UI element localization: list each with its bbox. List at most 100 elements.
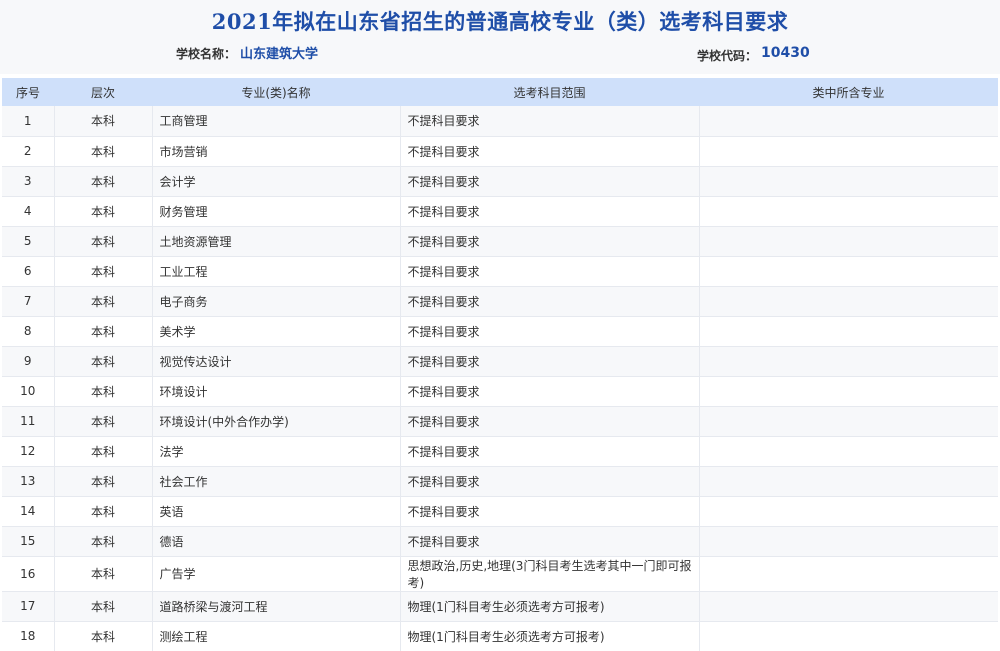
cell-included-majors [699,346,998,377]
cell-included-majors [699,621,998,651]
cell-subject-range: 不提科目要求 [400,136,700,167]
school-code-label: 学校代码： [697,49,758,63]
cell-level: 本科 [54,196,153,227]
cell-level: 本科 [54,466,153,497]
table-row: 2 本科 市场营销 不提科目要求 [2,136,998,167]
header-major-name: 专业(类)名称 [241,85,311,100]
page-title: 2021年拟在山东省招生的普通高校专业（类）选考科目要求 [211,9,789,34]
school-name-label: 学校名称： [176,47,237,61]
cell-index: 17 [2,591,55,622]
table-row: 13 本科 社会工作 不提科目要求 [2,466,998,497]
cell-subject-range: 不提科目要求 [400,196,700,227]
cell-included-majors [699,591,998,622]
cell-index: 13 [2,466,55,497]
cell-subject-range: 物理(1门科目考生必须选考方可报考) [400,621,700,651]
cell-level: 本科 [54,226,153,257]
table-row: 5 本科 土地资源管理 不提科目要求 [2,226,998,257]
cell-index: 2 [2,136,55,167]
cell-level: 本科 [54,376,153,407]
header-index: 序号 [15,85,40,100]
cell-major-name: 会计学 [152,166,401,197]
cell-major-name: 财务管理 [152,196,401,227]
cell-major-name: 英语 [152,496,401,527]
table-row: 11 本科 环境设计(中外合作办学) 不提科目要求 [2,406,998,437]
cell-major-name: 美术学 [152,316,401,347]
cell-included-majors [699,496,998,527]
cell-major-name: 工商管理 [152,106,401,137]
cell-subject-range: 不提科目要求 [400,256,700,287]
school-code-value: 10430 [761,45,810,61]
cell-subject-range: 思想政治,历史,地理(3门科目考生选考其中一门即可报考) [400,556,700,592]
cell-subject-range: 不提科目要求 [400,226,700,257]
cell-included-majors [699,556,998,592]
cell-level: 本科 [54,286,153,317]
table-row: 18 本科 测绘工程 物理(1门科目考生必须选考方可报考) [2,621,998,651]
cell-index: 4 [2,196,55,227]
table-row: 4 本科 财务管理 不提科目要求 [2,196,998,227]
cell-major-name: 测绘工程 [152,621,401,651]
cell-index: 8 [2,316,55,347]
cell-level: 本科 [54,436,153,467]
header-included-majors: 类中所含专业 [812,85,885,100]
cell-major-name: 环境设计(中外合作办学) [152,406,401,437]
header-area: 2021年拟在山东省招生的普通高校专业（类）选考科目要求 学校名称： 山东建筑大… [0,0,1000,74]
cell-included-majors [699,256,998,287]
cell-subject-range: 不提科目要求 [400,316,700,347]
cell-index: 15 [2,526,55,557]
cell-level: 本科 [54,556,153,592]
table-row: 9 本科 视觉传达设计 不提科目要求 [2,346,998,377]
cell-level: 本科 [54,136,153,167]
cell-level: 本科 [54,406,153,437]
table-header-row: 序号 层次 专业(类)名称 选考科目范围 类中所含专业 [2,78,998,106]
cell-included-majors [699,106,998,137]
cell-level: 本科 [54,166,153,197]
cell-index: 1 [2,106,55,137]
cell-major-name: 土地资源管理 [152,226,401,257]
table-row: 1 本科 工商管理 不提科目要求 [2,106,998,137]
table-row: 10 本科 环境设计 不提科目要求 [2,376,998,407]
cell-major-name: 工业工程 [152,256,401,287]
cell-major-name: 法学 [152,436,401,467]
cell-level: 本科 [54,346,153,377]
cell-subject-range: 不提科目要求 [400,496,700,527]
table-body: 1 本科 工商管理 不提科目要求 2 本科 市场营销 不提科目要求 3 本科 会计学 不提科目要求 4 本… [2,106,998,651]
cell-index: 5 [2,226,55,257]
cell-major-name: 电子商务 [152,286,401,317]
cell-subject-range: 不提科目要求 [400,466,700,497]
cell-subject-range: 不提科目要求 [400,166,700,197]
cell-subject-range: 不提科目要求 [400,106,700,137]
cell-index: 14 [2,496,55,527]
table-row: 12 本科 法学 不提科目要求 [2,436,998,467]
cell-included-majors [699,316,998,347]
cell-level: 本科 [54,316,153,347]
cell-included-majors [699,406,998,437]
cell-index: 18 [2,621,55,651]
cell-index: 11 [2,406,55,437]
table-row: 15 本科 德语 不提科目要求 [2,526,998,557]
cell-level: 本科 [54,526,153,557]
table-row: 7 本科 电子商务 不提科目要求 [2,286,998,317]
cell-subject-range: 物理(1门科目考生必须选考方可报考) [400,591,700,622]
header-subject-range: 选考科目范围 [513,85,586,100]
cell-included-majors [699,376,998,407]
cell-index: 6 [2,256,55,287]
cell-subject-range: 不提科目要求 [400,436,700,467]
cell-included-majors [699,526,998,557]
cell-major-name: 市场营销 [152,136,401,167]
cell-level: 本科 [54,496,153,527]
cell-subject-range: 不提科目要求 [400,376,700,407]
cell-included-majors [699,166,998,197]
cell-major-name: 视觉传达设计 [152,346,401,377]
table-row: 6 本科 工业工程 不提科目要求 [2,256,998,287]
cell-included-majors [699,226,998,257]
school-name-value: 山东建筑大学 [240,47,319,62]
cell-major-name: 德语 [152,526,401,557]
cell-subject-range: 不提科目要求 [400,286,700,317]
cell-major-name: 广告学 [152,556,401,592]
cell-index: 3 [2,166,55,197]
table-row: 16 本科 广告学 思想政治,历史,地理(3门科目考生选考其中一门即可报考) [2,556,998,592]
header-level: 层次 [90,85,115,100]
cell-included-majors [699,436,998,467]
table-row: 8 本科 美术学 不提科目要求 [2,316,998,347]
cell-major-name: 环境设计 [152,376,401,407]
